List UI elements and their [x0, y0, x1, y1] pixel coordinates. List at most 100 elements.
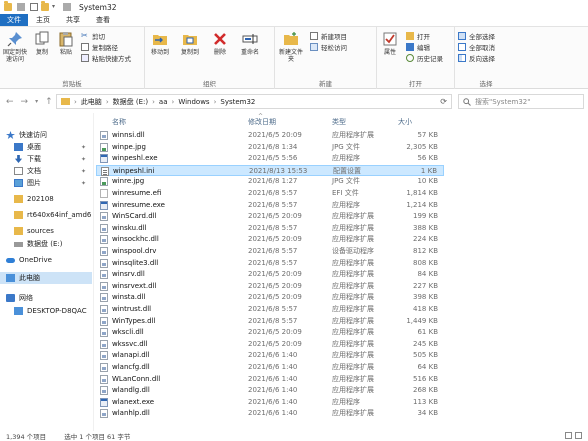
- select-none-button[interactable]: 全部取消: [458, 42, 495, 52]
- picture-icon: [14, 179, 23, 187]
- sidebar-item[interactable]: OneDrive: [0, 254, 92, 266]
- refresh-icon[interactable]: ⟳: [440, 97, 447, 106]
- sidebar-item-label: 网络: [19, 294, 33, 302]
- up-arrow-icon[interactable]: ↑: [45, 97, 53, 107]
- new-folder-quick-icon[interactable]: [41, 1, 49, 11]
- file-row[interactable]: winre.jpg 2021/6/8 1:27 JPG 文件 10 KB: [96, 176, 444, 187]
- pin-icon[interactable]: ✦: [81, 144, 86, 151]
- file-name: winsrvext.dll: [112, 281, 157, 290]
- paste-label: 粘贴: [59, 49, 72, 56]
- pin-icon[interactable]: ✦: [81, 168, 86, 175]
- sidebar-item[interactable]: DESKTOP-D8QAC: [0, 305, 92, 317]
- file-row[interactable]: WLanConn.dll 2021/6/6 1:40 应用程序扩展 516 KB: [96, 374, 444, 385]
- file-row[interactable]: winpeshl.exe 2021/6/5 5:56 应用程序 56 KB: [96, 153, 444, 164]
- breadcrumb-drive-e[interactable]: 数据盘 (E:): [113, 97, 148, 107]
- sidebar-item-label: 图片: [27, 179, 41, 187]
- forward-arrow-icon[interactable]: →: [21, 97, 29, 107]
- file-row[interactable]: wlandlg.dll 2021/6/6 1:40 应用程序扩展 268 KB: [96, 385, 444, 396]
- file-row[interactable]: wlanapi.dll 2021/6/6 1:40 应用程序扩展 505 KB: [96, 350, 444, 361]
- pin-icon[interactable]: ✦: [81, 180, 86, 187]
- file-row[interactable]: winresume.efi 2021/6/8 5:57 EFI 文件 1,814 KB: [96, 188, 444, 199]
- file-row[interactable]: winsrvext.dll 2021/6/5 20:09 应用程序扩展 227 KB: [96, 281, 444, 292]
- select-all-button[interactable]: 全部选择: [458, 31, 495, 41]
- sidebar-item[interactable]: 下载 ✦: [0, 153, 92, 165]
- open-button[interactable]: 打开: [406, 31, 443, 41]
- sidebar-item[interactable]: 202108: [0, 193, 92, 205]
- file-row[interactable]: winsqlite3.dll 2021/6/8 5:57 应用程序扩展 808 KB: [96, 258, 444, 269]
- file-date: 2021/6/5 20:09: [248, 212, 302, 221]
- sidebar-item[interactable]: 数据盘 (E:): [0, 238, 92, 250]
- tab-view[interactable]: 查看: [88, 14, 118, 26]
- sidebar-item-label: DESKTOP-D8QAC: [27, 307, 87, 315]
- file-size: 398 KB: [413, 293, 438, 302]
- breadcrumb-windows[interactable]: Windows: [178, 98, 209, 106]
- search-box[interactable]: 搜索"System32": [458, 94, 584, 109]
- breadcrumb-this-pc[interactable]: 此电脑: [81, 97, 102, 107]
- column-header-date[interactable]: 修改日期: [248, 116, 276, 128]
- sidebar-item[interactable]: 快速访问: [0, 129, 92, 141]
- select-none-icon: [458, 42, 466, 51]
- customize-dropdown-icon[interactable]: ▾: [52, 3, 58, 11]
- file-row[interactable]: wlanhlp.dll 2021/6/6 1:40 应用程序扩展 34 KB: [96, 408, 444, 419]
- pane-splitter[interactable]: [93, 113, 94, 431]
- column-header-name[interactable]: 名称: [112, 116, 126, 128]
- sidebar-item[interactable]: 桌面 ✦: [0, 141, 92, 153]
- history-button[interactable]: 历史记录: [406, 53, 443, 63]
- sidebar-item-label: 桌面: [27, 143, 41, 151]
- copy-path-button[interactable]: 复制路径: [81, 42, 131, 52]
- file-row[interactable]: winsta.dll 2021/6/5 20:09 应用程序扩展 398 KB: [96, 292, 444, 303]
- column-header-type[interactable]: 类型: [332, 116, 346, 128]
- easy-access-button[interactable]: 轻松访问: [310, 42, 347, 52]
- file-row[interactable]: winsockhc.dll 2021/6/5 20:09 应用程序扩展 224 KB: [96, 234, 444, 245]
- large-icons-view-icon[interactable]: [575, 432, 582, 439]
- new-item-button[interactable]: 新建项目: [310, 31, 347, 41]
- breadcrumb-aa[interactable]: aa: [159, 98, 168, 106]
- open-label: 打开: [417, 32, 430, 41]
- file-row[interactable]: winpe.jpg 2021/6/8 1:34 JPG 文件 2,305 KB: [96, 142, 444, 153]
- file-row[interactable]: WinSCard.dll 2021/6/5 20:09 应用程序扩展 199 KB: [96, 211, 444, 222]
- file-size: 388 KB: [413, 223, 438, 232]
- copy-icon: [35, 31, 49, 45]
- file-row[interactable]: winsku.dll 2021/6/8 5:57 应用程序扩展 388 KB: [96, 223, 444, 234]
- cut-button[interactable]: ✂ 剪切: [81, 31, 131, 41]
- file-row[interactable]: wlanext.exe 2021/6/6 1:40 应用程序 113 KB: [96, 397, 444, 408]
- column-header-size[interactable]: 大小: [398, 116, 412, 128]
- sidebar-item[interactable]: 网络: [0, 292, 92, 304]
- edit-button[interactable]: 编辑: [406, 42, 443, 52]
- file-row[interactable]: winresume.exe 2021/6/8 5:57 应用程序 1,214 KB: [96, 200, 444, 211]
- sidebar-item[interactable]: rt640x64inf_amd6: [0, 209, 92, 221]
- details-view-icon[interactable]: [565, 432, 572, 439]
- file-row[interactable]: wlancfg.dll 2021/6/6 1:40 应用程序扩展 64 KB: [96, 362, 444, 373]
- file-row[interactable]: wintrust.dll 2021/6/8 5:57 应用程序扩展 418 KB: [96, 304, 444, 315]
- file-size: 516 KB: [413, 374, 438, 383]
- file-name: winresume.exe: [112, 200, 165, 209]
- select-none-label: 全部取消: [469, 43, 495, 52]
- back-arrow-icon[interactable]: ←: [6, 97, 14, 107]
- tab-share[interactable]: 共享: [58, 14, 88, 26]
- file-row[interactable]: winpeshl.ini 2021/8/13 15:53 配置设置 1 KB: [96, 164, 444, 176]
- sidebar-item[interactable]: 文档 ✦: [0, 165, 92, 177]
- tab-file[interactable]: 文件: [0, 14, 28, 26]
- file-type: 应用程序扩展: [332, 386, 374, 395]
- address-bar[interactable]: › 此电脑 › 数据盘 (E:) › aa › Windows › System…: [56, 94, 452, 109]
- file-row[interactable]: wkscli.dll 2021/6/5 20:09 应用程序扩展 61 KB: [96, 327, 444, 338]
- file-row[interactable]: winspool.drv 2021/6/8 5:57 设备驱动程序 812 KB: [96, 246, 444, 257]
- breadcrumb-system32[interactable]: System32: [220, 98, 255, 106]
- file-name: winsockhc.dll: [112, 235, 159, 244]
- file-row[interactable]: winsrv.dll 2021/6/5 20:09 应用程序扩展 84 KB: [96, 269, 444, 280]
- sidebar-item[interactable]: 图片 ✦: [0, 177, 92, 189]
- sidebar-item[interactable]: 此电脑: [0, 272, 92, 284]
- pin-icon[interactable]: ✦: [81, 156, 86, 163]
- new-item-icon: [310, 31, 318, 40]
- file-row[interactable]: wkssvc.dll 2021/6/5 20:09 应用程序扩展 245 KB: [96, 339, 444, 350]
- recent-dropdown-icon[interactable]: ▾: [35, 98, 38, 105]
- file-name: winpeshl.ini: [113, 166, 155, 175]
- file-row[interactable]: winnsi.dll 2021/6/5 20:09 应用程序扩展 57 KB: [96, 130, 444, 141]
- paste-shortcut-button[interactable]: 粘贴快捷方式: [81, 53, 131, 63]
- file-type: 应用程序扩展: [332, 374, 374, 383]
- file-row[interactable]: WinTypes.dll 2021/6/8 5:57 应用程序扩展 1,449 KB: [96, 316, 444, 327]
- sidebar-item[interactable]: sources: [0, 225, 92, 237]
- properties-quick-icon[interactable]: [30, 3, 38, 11]
- invert-selection-button[interactable]: 反向选择: [458, 53, 495, 63]
- tab-home[interactable]: 主页: [28, 14, 58, 26]
